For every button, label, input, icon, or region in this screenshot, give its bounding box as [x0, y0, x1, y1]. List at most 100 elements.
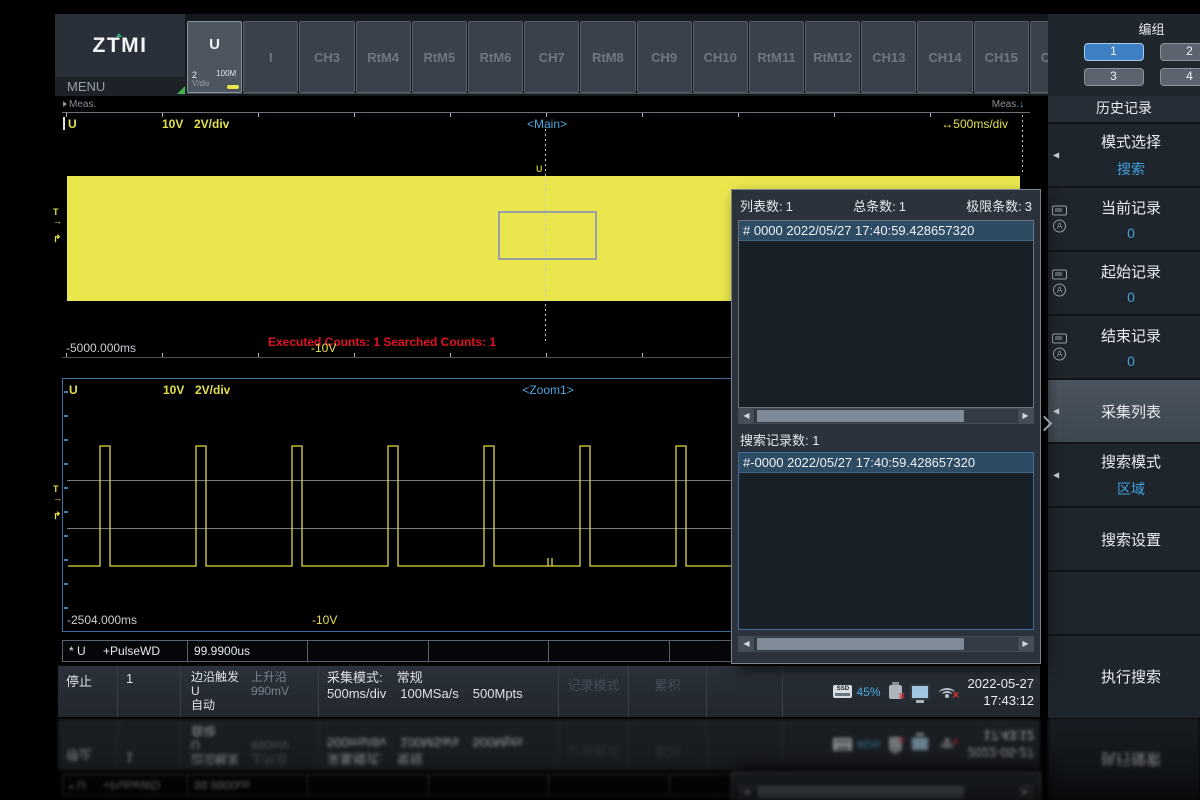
sidebar-item-current-record[interactable]: A当前记录0 — [1048, 188, 1200, 252]
channel-tab-u[interactable]: U2V/div100M — [187, 21, 242, 93]
channel-tab-rtm5[interactable]: RtM5 — [412, 21, 467, 93]
acquisition-list: # 0000 2022/05/27 17:40:59.428657320 — [738, 220, 1034, 408]
accumulate-cell: 累积 — [629, 666, 707, 717]
sidebar-item-acq-list[interactable]: ◀采集列表 — [1048, 380, 1200, 444]
brand-logo: ZTMI — [93, 34, 148, 58]
channel-tab-rtm4[interactable]: RtM4 — [356, 21, 411, 93]
left-arrow-icon: ◀ — [1053, 151, 1059, 160]
disconnected-x-icon: ✕ — [952, 690, 960, 701]
measure-channel: * U — [69, 644, 86, 658]
search-record-row[interactable]: #-0000 2022/05/27 17:40:59.428657320 — [739, 453, 1033, 473]
group-button-2[interactable]: 2 — [1160, 43, 1200, 61]
popup-header: 列表数:1 总条数:1 极限条数:3 — [740, 196, 1032, 215]
trigger-position-line — [1022, 115, 1023, 175]
scrollbar-horizontal[interactable]: ◀ ▶ — [738, 636, 1034, 652]
channel-tab-rtm8[interactable]: RtM8 — [580, 21, 635, 93]
menu-bar[interactable]: MENU — [55, 77, 187, 96]
scroll-right-button[interactable]: ▶ — [1018, 409, 1033, 423]
scroll-right-button[interactable]: ▶ — [1018, 637, 1033, 651]
main-trigger-markers: T→ ↱ — [53, 208, 63, 244]
group-button-4[interactable]: 4 — [1160, 68, 1200, 86]
measure-empty-cell — [429, 641, 550, 661]
channel-tab-ch10[interactable]: CH10 — [693, 21, 748, 93]
trigger-level-icon: T→ — [53, 485, 63, 503]
acquisition-record-row[interactable]: # 0000 2022/05/27 17:40:59.428657320 — [739, 221, 1033, 241]
scrollbar-track[interactable] — [755, 637, 1017, 651]
view-label: <Main> — [502, 117, 592, 131]
disconnected-x-icon: ✕ — [898, 691, 906, 702]
oscilloscope-screen: ZTMI MENU U2V/div100MICH3RtM4RtM5RtM6CH7… — [0, 14, 1200, 718]
brand-accent-icon — [116, 33, 122, 37]
system-icons-cell: SSD 45% ✕ ✕ 2022-05-27 17:43:12 — [783, 666, 1040, 717]
time-label: 17:43:12 — [968, 692, 1035, 709]
channel-label: U — [68, 117, 77, 131]
acquisition-list-popup: 列表数:1 总条数:1 极限条数:3 # 0000 2022/05/27 17:… — [732, 190, 1040, 663]
usb-icon: ✕ — [889, 685, 902, 699]
scroll-left-button[interactable]: ◀ — [739, 637, 754, 651]
channel-tab-ch15[interactable]: CH15 — [974, 21, 1029, 93]
scrollbar-thumb[interactable] — [757, 410, 964, 422]
top-bar: ZTMI MENU U2V/div100MICH3RtM4RtM5RtM6CH7… — [55, 14, 1200, 96]
right-triangle-icon — [63, 101, 67, 107]
sidebar-item-search-settings[interactable]: 搜索设置 — [1048, 508, 1200, 572]
channel-tab-ch14[interactable]: CH14 — [917, 21, 972, 93]
sidebar-item-blank — [1048, 572, 1200, 636]
channel-tab-strip: U2V/div100MICH3RtM4RtM5RtM6CH7RtM8CH9CH1… — [187, 21, 1085, 94]
channel-tab-rtm11[interactable]: RtM11 — [749, 21, 804, 93]
measure-item-cell: * U +PulseWD — [63, 641, 188, 661]
scroll-left-button[interactable]: ◀ — [739, 409, 754, 423]
datetime: 2022-05-27 17:43:12 — [968, 675, 1035, 709]
meas-left-label: Meas. — [63, 99, 96, 110]
sidebar-items: ◀模式选择搜索A当前记录0A起始记录0A结束记录0◀采集列表◀搜索模式区域搜索设… — [1048, 124, 1200, 717]
sidebar-header: 历史记录 — [1048, 96, 1200, 124]
channel-tab-rtm12[interactable]: RtM12 — [805, 21, 860, 93]
status-bar: 停止 1 边沿触发U自动 上升沿990mV 采集模式:常规 500ms/div1… — [58, 665, 1040, 717]
scrollbar-horizontal[interactable]: ◀ ▶ — [738, 408, 1034, 424]
scrollbar-thumb[interactable] — [757, 638, 964, 650]
jog-dial-icon: A — [1053, 284, 1066, 297]
scrollbar-track[interactable] — [755, 409, 1017, 423]
meas-right-label: Meas.↓ — [992, 99, 1024, 110]
record-mode-cell: 记录模式 — [559, 666, 629, 717]
ssd-usage: 45% — [856, 685, 880, 699]
reflection-shade — [0, 718, 1200, 800]
ground-level-icon: ↱ — [53, 235, 63, 244]
sidebar-item-search-mode[interactable]: ◀搜索模式区域 — [1048, 444, 1200, 508]
search-record-list: #-0000 2022/05/27 17:40:59.428657320 — [738, 452, 1034, 630]
group-panel: 编组 1234 — [1048, 14, 1200, 96]
channel-tab-i[interactable]: I — [243, 21, 298, 93]
meas-strip: Meas. Meas.↓ — [62, 98, 1030, 112]
down-arrow-icon: ↓ — [1019, 99, 1024, 110]
sidebar-item-start-record[interactable]: A起始记录0 — [1048, 252, 1200, 316]
group-label: 编组 — [1048, 19, 1200, 38]
total-count: 总条数:1 — [853, 196, 906, 215]
sidebar-item-mode-select[interactable]: ◀模式选择搜索 — [1048, 124, 1200, 188]
channel-tab-rtm6[interactable]: RtM6 — [468, 21, 523, 93]
left-arrow-icon: ◀ — [1053, 407, 1059, 416]
screen-reflection: ZTMI MENU U2V/div100MICH3RtM4RtM5RtM6CH7… — [0, 718, 1200, 800]
search-zone-rect[interactable] — [498, 211, 597, 260]
channel-tab-ch9[interactable]: CH9 — [637, 21, 692, 93]
left-arrow-icon: ◀ — [1053, 471, 1059, 480]
network-icon — [910, 684, 930, 700]
menu-label[interactable]: MENU — [67, 77, 105, 96]
search-record-count: 搜索记录数: 1 — [740, 430, 819, 449]
ssd-icon: SSD — [833, 685, 852, 698]
sidebar-item-end-record[interactable]: A结束记录0 — [1048, 316, 1200, 380]
channel-tab-ch7[interactable]: CH7 — [524, 21, 579, 93]
group-button-1[interactable]: 1 — [1084, 43, 1144, 61]
measure-value-cell: 99.9900us — [188, 641, 308, 661]
right-sidebar: 历史记录 ◀模式选择搜索A当前记录0A起始记录0A结束记录0◀采集列表◀搜索模式… — [1048, 96, 1200, 718]
active-channel-indicator — [227, 85, 239, 89]
zoom-trigger-markers: T→↱ — [53, 485, 63, 521]
keypad-icon — [1052, 334, 1067, 344]
jog-dial-icon: A — [1053, 348, 1066, 361]
channel-tab-ch3[interactable]: CH3 — [299, 21, 354, 93]
channel-tab-ch13[interactable]: CH13 — [861, 21, 916, 93]
date-label: 2022-05-27 — [968, 675, 1035, 692]
group-button-3[interactable]: 3 — [1084, 68, 1144, 86]
measure-empty-cell — [308, 641, 429, 661]
trigger-level-icon: T→ — [53, 208, 63, 226]
spare-cell — [707, 666, 783, 717]
sidebar-item-execute-search[interactable]: 执行搜索 — [1048, 636, 1200, 717]
